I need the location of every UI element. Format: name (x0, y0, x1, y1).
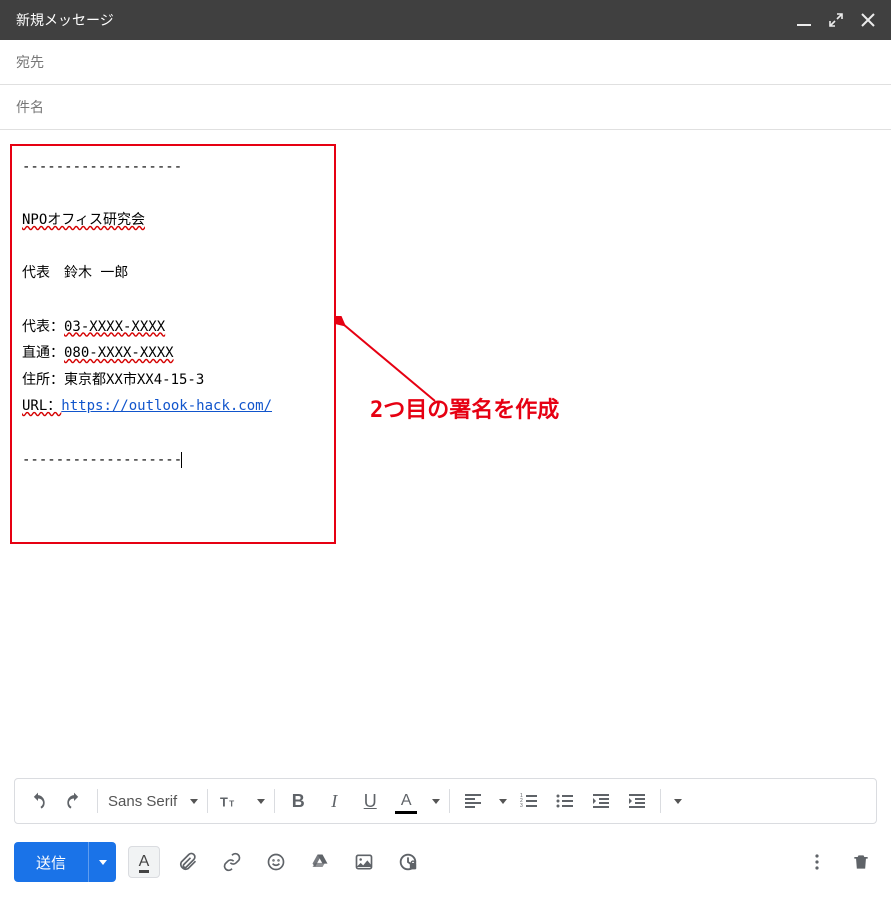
font-size-caret[interactable] (250, 784, 268, 818)
insert-photo-button[interactable] (348, 846, 380, 878)
separator (449, 789, 450, 813)
address-line: 住所：東京都XX市XX4-15-3 (22, 367, 324, 394)
indent-more-button[interactable] (620, 784, 654, 818)
format-toolbar: Sans Serif TT B I U A 123 (14, 778, 877, 824)
redo-button[interactable] (57, 784, 91, 818)
separator (660, 789, 661, 813)
send-button[interactable]: 送信 (14, 842, 88, 882)
message-body[interactable]: ------------------- NPOオフィス研究会 代表 鈴木 一郎 … (0, 130, 891, 830)
attach-file-button[interactable] (172, 846, 204, 878)
header-controls (797, 13, 875, 27)
more-formatting-caret[interactable] (667, 784, 685, 818)
separator (97, 789, 98, 813)
undo-button[interactable] (21, 784, 55, 818)
separator (207, 789, 208, 813)
insert-drive-button[interactable] (304, 846, 336, 878)
bulleted-list-button[interactable] (548, 784, 582, 818)
signature-url-link[interactable]: https://outlook-hack.com/ (61, 398, 272, 414)
minimize-icon[interactable] (797, 13, 811, 27)
bold-button[interactable]: B (281, 784, 315, 818)
more-options-button[interactable] (801, 846, 833, 878)
separator-top: ------------------- (22, 154, 324, 181)
align-caret[interactable] (492, 784, 510, 818)
separator-bottom: ------------------- (22, 447, 324, 474)
url-line: URL：https://outlook-hack.com/ (22, 393, 324, 420)
send-toolbar: 送信 A (14, 838, 877, 886)
separator (274, 789, 275, 813)
numbered-list-button[interactable]: 123 (512, 784, 546, 818)
svg-text:3: 3 (520, 803, 523, 809)
to-field[interactable]: 宛先 (0, 40, 891, 85)
send-more-button[interactable] (88, 842, 116, 882)
compose-header: 新規メッセージ (0, 0, 891, 40)
signature-block: ------------------- NPOオフィス研究会 代表 鈴木 一郎 … (10, 144, 336, 544)
align-button[interactable] (456, 784, 490, 818)
representative-line: 代表 鈴木 一郎 (22, 260, 324, 287)
italic-button[interactable]: I (317, 784, 351, 818)
font-family-select[interactable]: Sans Serif (104, 784, 181, 818)
to-placeholder: 宛先 (16, 54, 44, 70)
formatting-options-button[interactable]: A (128, 846, 160, 878)
subject-placeholder: 件名 (16, 99, 44, 115)
font-size-button[interactable]: TT (214, 784, 248, 818)
close-icon[interactable] (861, 13, 875, 27)
text-cursor (181, 452, 182, 467)
text-color-button[interactable]: A (389, 784, 423, 818)
tel-direct-line: 直通：080-XXXX-XXXX (22, 340, 324, 367)
insert-link-button[interactable] (216, 846, 248, 878)
text-color-caret[interactable] (425, 784, 443, 818)
tel-main-line: 代表：03-XXXX-XXXX (22, 314, 324, 341)
confidential-mode-button[interactable] (392, 846, 424, 878)
font-family-caret[interactable] (183, 784, 201, 818)
org-line: NPOオフィス研究会 (22, 207, 324, 234)
compose-title: 新規メッセージ (16, 10, 797, 30)
expand-icon[interactable] (829, 13, 843, 27)
send-button-group: 送信 (14, 842, 116, 882)
subject-field[interactable]: 件名 (0, 85, 891, 130)
discard-draft-button[interactable] (845, 846, 877, 878)
insert-emoji-button[interactable] (260, 846, 292, 878)
indent-less-button[interactable] (584, 784, 618, 818)
svg-text:T: T (220, 795, 228, 810)
annotation-text: 2つ目の署名を作成 (370, 390, 559, 432)
underline-button[interactable]: U (353, 784, 387, 818)
svg-text:T: T (229, 800, 234, 809)
